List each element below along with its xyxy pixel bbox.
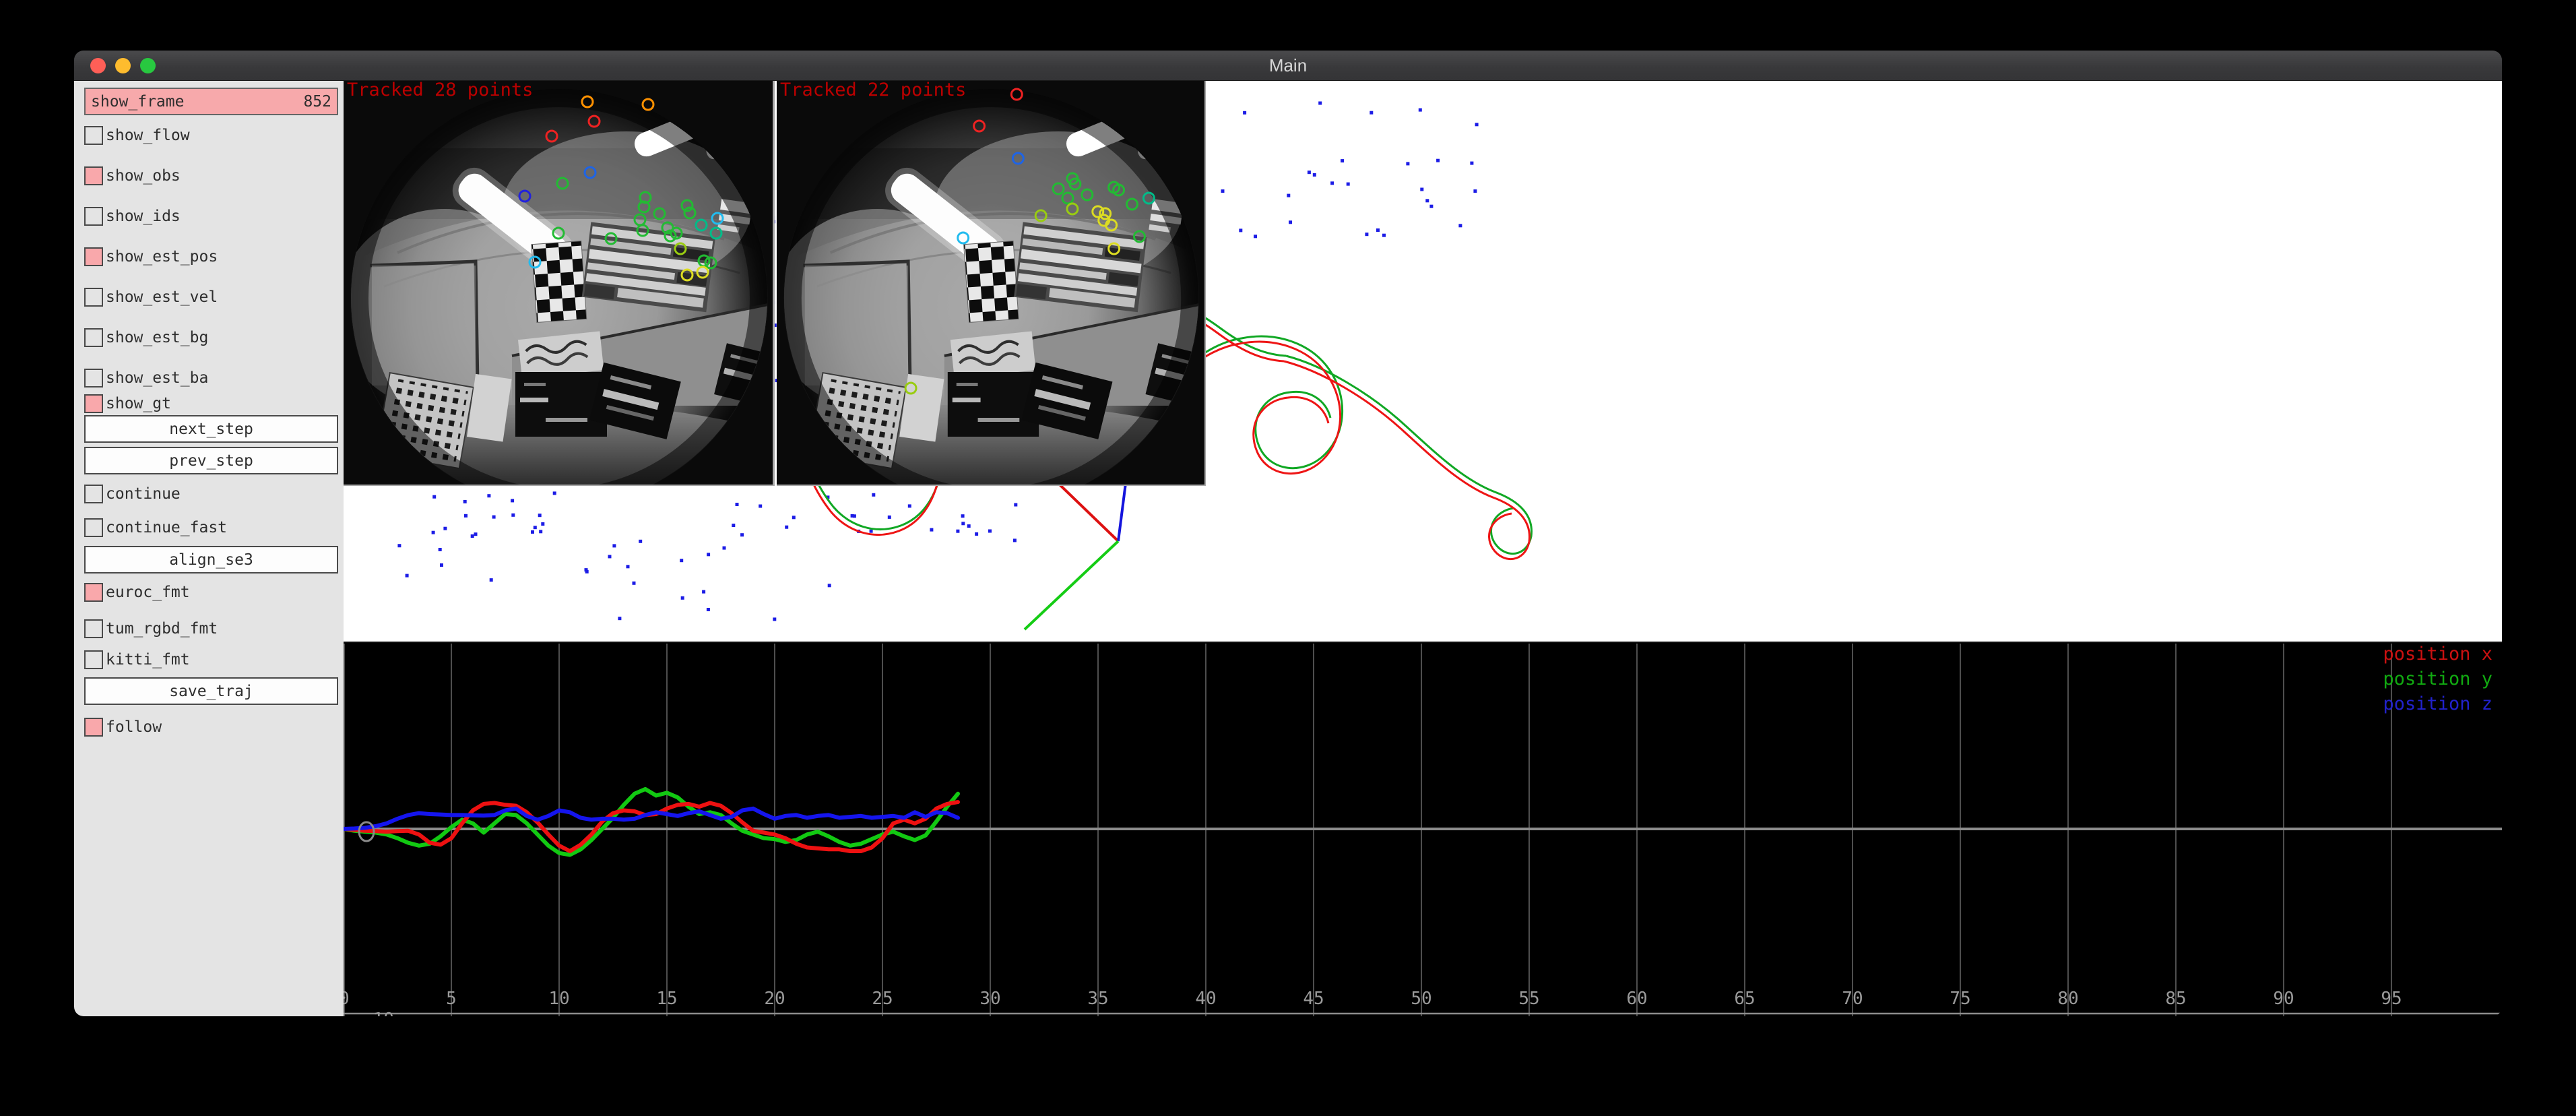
app-window: Main show_frame852show_flowshow_obsshow_… (74, 51, 2502, 1016)
legend-entry: position z (2383, 693, 2492, 714)
checkbox-label: show_est_ba (106, 369, 208, 387)
camera-left-image (344, 81, 775, 486)
checkbox-show_est_bg[interactable]: show_est_bg (84, 328, 338, 348)
button-label: save_traj (169, 683, 253, 700)
kitti_fmt-checkbox-box[interactable] (84, 650, 103, 669)
checkbox-label: show_flow (106, 127, 190, 144)
checkbox-follow[interactable]: follow (84, 717, 338, 737)
main-viewport: Tracked 28 points Tracked 22 points 5 10 1… (344, 81, 2502, 1016)
slider-label: show_frame (91, 93, 184, 111)
content-area: show_frame852show_flowshow_obsshow_idssh… (74, 81, 2502, 1016)
checkbox-kitti_fmt[interactable]: kitti_fmt (84, 650, 338, 670)
position-plot[interactable]: 5 10 15 20 25 30 35 40 45 50 55 60 65 70 75 80 85 90 95 0 -1… (344, 644, 2502, 1016)
show_est_vel-checkbox-box[interactable] (84, 288, 103, 307)
feature-ring (643, 99, 653, 110)
x-tick-label: 5 (446, 989, 457, 1009)
checkbox-show_obs[interactable]: show_obs (84, 166, 338, 186)
checkbox-label: kitti_fmt (106, 651, 190, 669)
x-tick-label: 95 (2381, 989, 2402, 1009)
show_ids-checkbox-box[interactable] (84, 207, 103, 226)
camera-right-image (777, 81, 1206, 486)
prev_step-button[interactable]: prev_step (84, 447, 338, 474)
button-label: next_step (169, 421, 253, 438)
checkbox-show_est_pos[interactable]: show_est_pos (84, 247, 338, 267)
x-tick-label: 50 (1411, 989, 1431, 1009)
control-sidebar: show_frame852show_flowshow_obsshow_idssh… (74, 81, 344, 1016)
camera-right-view[interactable]: Tracked 22 points (777, 81, 1206, 486)
x-tick-label: 75 (1950, 989, 1970, 1009)
checkbox-show_flow[interactable]: show_flow (84, 125, 338, 146)
checkbox-label: show_obs (106, 167, 181, 185)
slider-show_frame[interactable]: show_frame 852 (84, 88, 338, 115)
show_est_ba-checkbox-box[interactable] (84, 369, 103, 388)
x-tick-label: 80 (2057, 989, 2078, 1009)
checkbox-show_ids[interactable]: show_ids (84, 206, 338, 226)
x-tick-label: 40 (1195, 989, 1216, 1009)
save_traj-button[interactable]: save_traj (84, 677, 338, 705)
x-tick-label: 45 (1303, 989, 1324, 1009)
checkbox-tum_rgbd_fmt[interactable]: tum_rgbd_fmt (84, 619, 338, 639)
y-tick-neg-label: -10 (362, 1010, 394, 1016)
x-tick-label: 30 (979, 989, 1000, 1009)
checkbox-show_gt[interactable]: show_gt (84, 394, 338, 414)
x-tick-label: 65 (1734, 989, 1755, 1009)
world-y-axis (1025, 541, 1118, 629)
x-tick-label: 10 (548, 989, 569, 1009)
checkbox-label: euroc_fmt (106, 584, 190, 601)
x-tick-label: 15 (656, 989, 677, 1009)
x-tick-label: 35 (1087, 989, 1108, 1009)
position-plot-canvas: 5 10 15 20 25 30 35 40 45 50 55 60 65 70 75 80 85 90 95 0 -1… (344, 644, 2502, 1016)
x-tick-label: 60 (1626, 989, 1647, 1009)
checkbox-label: follow (106, 718, 162, 736)
x-tick-label: 20 (764, 989, 785, 1009)
checkbox-label: show_gt (106, 395, 171, 412)
continue_fast-checkbox-box[interactable] (84, 518, 103, 537)
show_est_bg-checkbox-box[interactable] (84, 328, 103, 347)
checkbox-continue_fast[interactable]: continue_fast (84, 518, 338, 538)
camera-left-view[interactable]: Tracked 28 points (344, 81, 775, 486)
euroc_fmt-checkbox-box[interactable] (84, 583, 103, 602)
checkbox-show_est_vel[interactable]: show_est_vel (84, 287, 338, 307)
curve-position-z (344, 809, 958, 829)
next_step-button[interactable]: next_step (84, 415, 338, 443)
continue-checkbox-box[interactable] (84, 485, 103, 503)
checkbox-label: show_est_bg (106, 329, 208, 346)
checkbox-label: continue_fast (106, 519, 227, 536)
show_gt-checkbox-box[interactable] (84, 394, 103, 413)
checkbox-show_est_ba[interactable]: show_est_ba (84, 368, 338, 388)
show_est_pos-checkbox-box[interactable] (84, 247, 103, 266)
titlebar[interactable]: Main (74, 51, 2502, 81)
checkbox-label: tum_rgbd_fmt (106, 620, 218, 638)
tracked-points-status-left: Tracked 28 points (347, 81, 533, 100)
plot-legend: position x position y position z (2383, 644, 2492, 714)
x-tick-zero-label: 0 (344, 989, 350, 1009)
tracked-points-status-right: Tracked 22 points (780, 81, 966, 100)
window-title: Main (74, 51, 2502, 81)
x-tick-label: 85 (2165, 989, 2186, 1009)
slider-value: 852 (303, 93, 331, 111)
show_flow-checkbox-box[interactable] (84, 126, 103, 145)
x-tick-label: 90 (2273, 989, 2294, 1009)
show_obs-checkbox-box[interactable] (84, 166, 103, 185)
align_se3-button[interactable]: align_se3 (84, 546, 338, 574)
checkbox-label: continue (106, 485, 181, 503)
x-tick-label: 70 (1842, 989, 1863, 1009)
x-tick-label: 55 (1518, 989, 1539, 1009)
legend-entry: position y (2383, 669, 2492, 689)
follow-checkbox-box[interactable] (84, 718, 103, 737)
checkbox-euroc_fmt[interactable]: euroc_fmt (84, 582, 338, 602)
x-tick-label: 25 (872, 989, 893, 1009)
checkbox-label: show_est_vel (106, 288, 218, 306)
button-label: prev_step (169, 452, 253, 470)
tum_rgbd_fmt-checkbox-box[interactable] (84, 619, 103, 638)
checkbox-label: show_ids (106, 208, 181, 225)
checkbox-continue[interactable]: continue (84, 484, 338, 504)
button-label: align_se3 (169, 551, 253, 569)
legend-entry: position x (2383, 644, 2492, 664)
checkbox-label: show_est_pos (106, 248, 218, 266)
